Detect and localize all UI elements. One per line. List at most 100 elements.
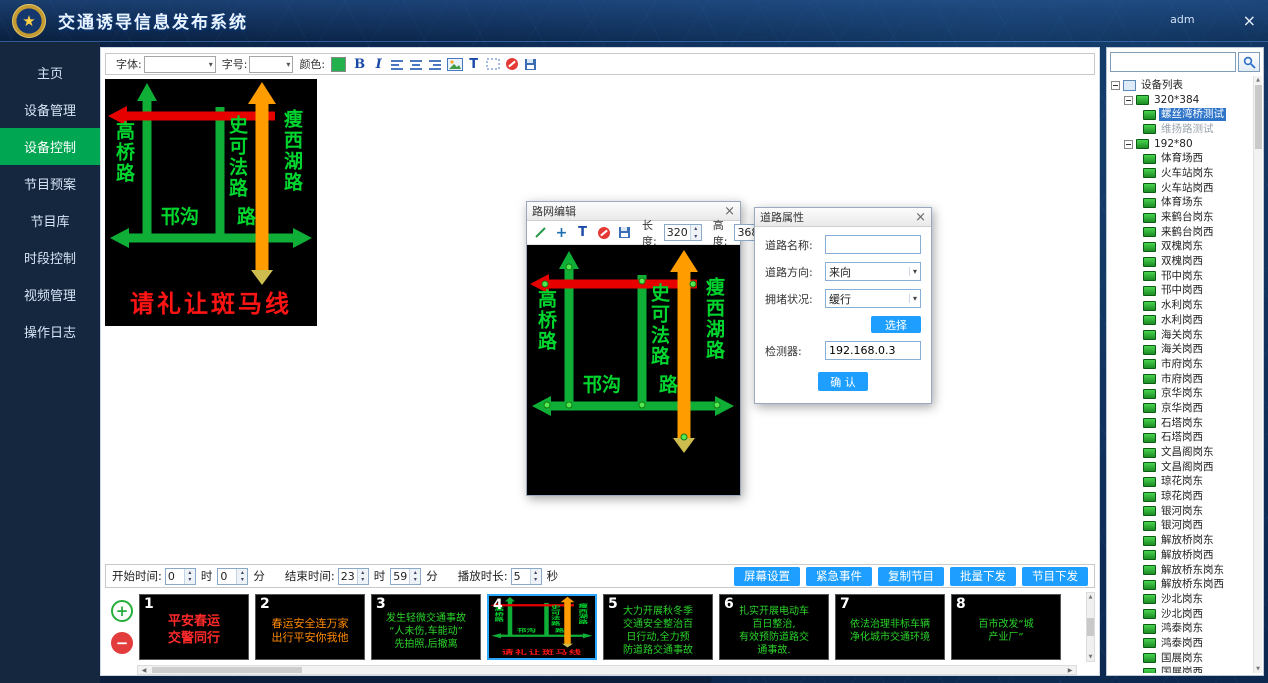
tree-item-1-3[interactable]: 体育场东 [1109, 196, 1252, 211]
delete-tool-icon[interactable] [595, 224, 612, 241]
tree-item-1-12[interactable]: 海关岗东 [1109, 328, 1252, 343]
step-up-icon[interactable]: ▴ [410, 569, 420, 577]
stepper-arrows[interactable]: ▴▾ [184, 569, 195, 584]
dialog-titlebar[interactable]: 道路属性 × [755, 208, 931, 227]
step-up-icon[interactable]: ▴ [531, 569, 541, 577]
align-right-icon[interactable] [427, 56, 444, 73]
tree-item-1-20[interactable]: 文昌阁岗东 [1109, 445, 1252, 460]
tree-item-1-25[interactable]: 银河岗西 [1109, 519, 1252, 534]
start-hour-stepper[interactable]: 0 ▴▾ [165, 568, 196, 585]
search-button[interactable] [1238, 52, 1260, 72]
tree-item-1-14[interactable]: 市府岗东 [1109, 357, 1252, 372]
stepper-arrows[interactable]: ▴▾ [357, 569, 368, 584]
program-send-button[interactable]: 节目下发 [1022, 567, 1088, 586]
move-tool-icon[interactable]: + [553, 224, 570, 241]
tree-group-1[interactable]: 192*80 [1109, 137, 1252, 152]
tree-item-1-29[interactable]: 解放桥东岗西 [1109, 577, 1252, 592]
step-up-icon[interactable]: ▴ [358, 569, 368, 577]
tree-scrollbar[interactable]: ▲ ▼ [1253, 76, 1262, 673]
italic-button[interactable]: I [370, 56, 387, 73]
delete-tool-icon[interactable] [503, 56, 520, 73]
tree-item-1-35[interactable]: 国展岗西 [1109, 666, 1252, 674]
sidebar-item-time-control[interactable]: 时段控制 [0, 239, 100, 276]
end-minute-stepper[interactable]: 59 ▴▾ [390, 568, 421, 585]
tree-item-1-34[interactable]: 国展岗东 [1109, 651, 1252, 666]
sidebar-item-program-plan[interactable]: 节目预案 [0, 165, 100, 202]
batch-send-button[interactable]: 批量下发 [950, 567, 1016, 586]
close-icon[interactable]: × [915, 210, 926, 225]
tree-item-1-5[interactable]: 来鹤台岗西 [1109, 225, 1252, 240]
program-thumbnail-2[interactable]: 2春运安全连万家出行平安你我他 [255, 594, 365, 660]
tree-item-1-10[interactable]: 水利岗东 [1109, 298, 1252, 313]
tree-item-1-27[interactable]: 解放桥岗西 [1109, 548, 1252, 563]
scrollbar-track[interactable] [150, 666, 1064, 674]
step-down-icon[interactable]: ▾ [531, 576, 541, 584]
tree-item-1-30[interactable]: 沙北岗东 [1109, 592, 1252, 607]
road-network-canvas[interactable]: 高桥路 史可法路 瘦西湖路 邗沟 路 请礼让斑马线 [527, 245, 740, 495]
tree-item-1-13[interactable]: 海关岗西 [1109, 342, 1252, 357]
tree-item-1-26[interactable]: 解放桥岗东 [1109, 533, 1252, 548]
emergency-event-button[interactable]: 紧急事件 [806, 567, 872, 586]
step-up-icon[interactable]: ▴ [185, 569, 195, 577]
step-down-icon[interactable]: ▾ [237, 576, 247, 584]
step-up-icon[interactable]: ▴ [237, 569, 247, 577]
tree-item-1-0[interactable]: 体育场西 [1109, 151, 1252, 166]
tree-item-1-21[interactable]: 文昌阁岗西 [1109, 460, 1252, 475]
program-thumbnail-4[interactable]: 4 高桥路 史可法路 瘦西湖路 邗沟 路 请礼让斑马线 [487, 594, 597, 660]
program-thumbnail-1[interactable]: 1平安春运交警同行 [139, 594, 249, 660]
tree-expander-icon[interactable] [1111, 81, 1120, 90]
scroll-down-icon[interactable]: ▼ [1089, 654, 1093, 660]
tree-item-1-1[interactable]: 火车站岗东 [1109, 166, 1252, 181]
tree-item-1-4[interactable]: 来鹤台岗东 [1109, 210, 1252, 225]
screen-settings-button[interactable]: 屏幕设置 [734, 567, 800, 586]
start-minute-stepper[interactable]: 0 ▴▾ [217, 568, 248, 585]
congestion-select[interactable]: 缓行 ▾ [825, 289, 921, 308]
scrollbar-thumb[interactable] [1255, 85, 1262, 149]
tree-item-1-32[interactable]: 鸿泰岗东 [1109, 621, 1252, 636]
scroll-down-icon[interactable]: ▼ [1256, 666, 1260, 672]
length-stepper[interactable]: 320 ▴▾ [664, 224, 702, 241]
scroll-left-icon[interactable]: ◀ [138, 667, 150, 674]
tree-item-0-0[interactable]: 螺丝湾桥测试 [1109, 107, 1252, 122]
traffic-sign[interactable]: 高桥路 史可法路 瘦西湖路 邗沟 路 请礼让斑马线 [527, 247, 739, 494]
align-left-icon[interactable] [389, 56, 406, 73]
sidebar-item-video-management[interactable]: 视频管理 [0, 276, 100, 313]
device-search-input[interactable] [1110, 52, 1236, 72]
program-thumbnail-5[interactable]: 5大力开展秋冬季交通安全整治百日行动,全力预防道路交通事故 [603, 594, 713, 660]
remove-program-button[interactable]: − [111, 632, 133, 654]
save-icon[interactable] [616, 224, 633, 241]
tree-item-1-9[interactable]: 邗中岗西 [1109, 284, 1252, 299]
tree-item-1-16[interactable]: 京华岗东 [1109, 386, 1252, 401]
step-down-icon[interactable]: ▾ [691, 233, 701, 241]
tree-item-1-23[interactable]: 琼花岗西 [1109, 489, 1252, 504]
tree-item-1-28[interactable]: 解放桥东岗东 [1109, 563, 1252, 578]
bold-button[interactable]: B [351, 56, 368, 73]
username-label[interactable]: adm [1170, 13, 1194, 26]
program-thumbnail-7[interactable]: 7依法治理非标车辆净化城市交通环境 [835, 594, 945, 660]
stepper-arrows[interactable]: ▴▾ [236, 569, 247, 584]
confirm-button[interactable]: 确 认 [818, 372, 868, 391]
tree-group-0[interactable]: 320*384 [1109, 93, 1252, 108]
end-hour-stepper[interactable]: 23 ▴▾ [338, 568, 369, 585]
copy-program-button[interactable]: 复制节目 [878, 567, 944, 586]
scrollbar-thumb[interactable] [1087, 618, 1094, 636]
traffic-sign[interactable]: 高桥路 史可法路 瘦西湖路 邗沟 路 请礼让斑马线 [489, 596, 595, 658]
save-icon[interactable] [522, 56, 539, 73]
sidebar-item-program-library[interactable]: 节目库 [0, 202, 100, 239]
add-program-button[interactable]: + [111, 600, 133, 622]
tree-item-1-33[interactable]: 鸿泰岗西 [1109, 636, 1252, 651]
tree-item-1-19[interactable]: 石塔岗西 [1109, 431, 1252, 446]
sidebar-item-device-management[interactable]: 设备管理 [0, 91, 100, 128]
stepper-arrows[interactable]: ▴▾ [409, 569, 420, 584]
page-horizontal-scrollbar[interactable] [100, 677, 712, 683]
road-direction-select[interactable]: 来向 ▾ [825, 262, 921, 281]
tree-item-1-6[interactable]: 双槐岗东 [1109, 240, 1252, 255]
dialog-titlebar[interactable]: 路网编辑 × [527, 202, 740, 221]
align-center-icon[interactable] [408, 56, 425, 73]
scroll-right-icon[interactable]: ▶ [1064, 667, 1076, 674]
tree-root-device-list[interactable]: 设备列表 [1109, 78, 1252, 93]
detector-input[interactable] [825, 341, 921, 360]
font-family-select[interactable]: ▾ [144, 56, 216, 73]
strip-vertical-scrollbar[interactable]: ▲ ▼ [1086, 592, 1095, 662]
text-tool-icon[interactable]: T [465, 56, 482, 73]
